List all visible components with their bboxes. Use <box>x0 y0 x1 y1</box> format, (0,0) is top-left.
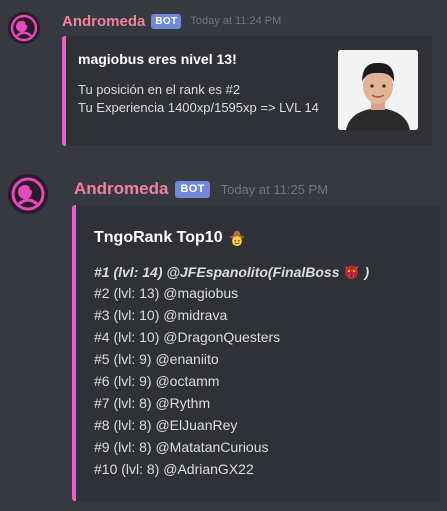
embed-title: magiobus eres nivel 13! <box>78 51 237 67</box>
cowboy-emoji-icon <box>228 229 246 247</box>
bot-avatar[interactable] <box>8 174 48 214</box>
rank-3-line: #3 (lvl: 10) @midrava <box>94 307 228 323</box>
rank-8-line: #8 (lvl: 8) @ElJuanRey <box>94 417 238 433</box>
rank-1-line: #1 (lvl: 14) @JFEspanolito(FinalBoss <box>94 263 340 280</box>
message-timestamp: Today at 11:25 PM <box>220 181 329 197</box>
rank-2-line: #2 (lvl: 13) @magiobus <box>94 285 239 301</box>
message-header: Andromeda BOT Today at 11:24 PM <box>62 11 281 31</box>
andromeda-avatar-icon <box>8 174 48 214</box>
author-name[interactable]: Andromeda <box>62 13 145 30</box>
andromeda-avatar-icon <box>8 12 40 44</box>
leaderboard-embed: TngoRank Top10 #1 (lvl: 14) @JFEspanolit… <box>72 205 440 501</box>
rank-9-line: #9 (lvl: 8) @MatatanCurious <box>94 439 269 455</box>
rank-5-line: #5 (lvl: 9) @enaniito <box>94 351 219 367</box>
embed-title-row: TngoRank Top10 <box>94 229 246 247</box>
rank-1-row: #1 (lvl: 14) @JFEspanolito(FinalBoss ) <box>94 263 369 280</box>
rank-up-embed: magiobus eres nivel 13! Tu posición en e… <box>62 36 432 146</box>
bot-badge: BOT <box>151 13 182 29</box>
ogre-emoji-icon <box>343 263 360 280</box>
rank-6-line: #6 (lvl: 9) @octamm <box>94 373 220 389</box>
author-name[interactable]: Andromeda <box>74 179 168 199</box>
embed-rank-line: Tu posición en el rank es #2 <box>78 82 241 97</box>
bot-badge: BOT <box>175 180 210 198</box>
user-photo-icon <box>338 50 418 130</box>
user-thumbnail[interactable] <box>338 50 418 130</box>
rank-4-line: #4 (lvl: 10) @DragonQuesters <box>94 329 281 345</box>
rank-10-line: #10 (lvl: 8) @AdrianGX22 <box>94 461 254 477</box>
rank-7-line: #7 (lvl: 8) @Rythm <box>94 395 211 411</box>
rank-1-line-end: ) <box>364 263 370 280</box>
message-header: Andromeda BOT Today at 11:25 PM <box>74 178 328 200</box>
message-timestamp: Today at 11:24 PM <box>190 15 282 27</box>
embed-title: TngoRank Top10 <box>94 229 223 246</box>
bot-avatar[interactable] <box>8 12 40 44</box>
embed-xp-line: Tu Experiencia 1400xp/1595xp => LVL 14 <box>78 100 319 115</box>
